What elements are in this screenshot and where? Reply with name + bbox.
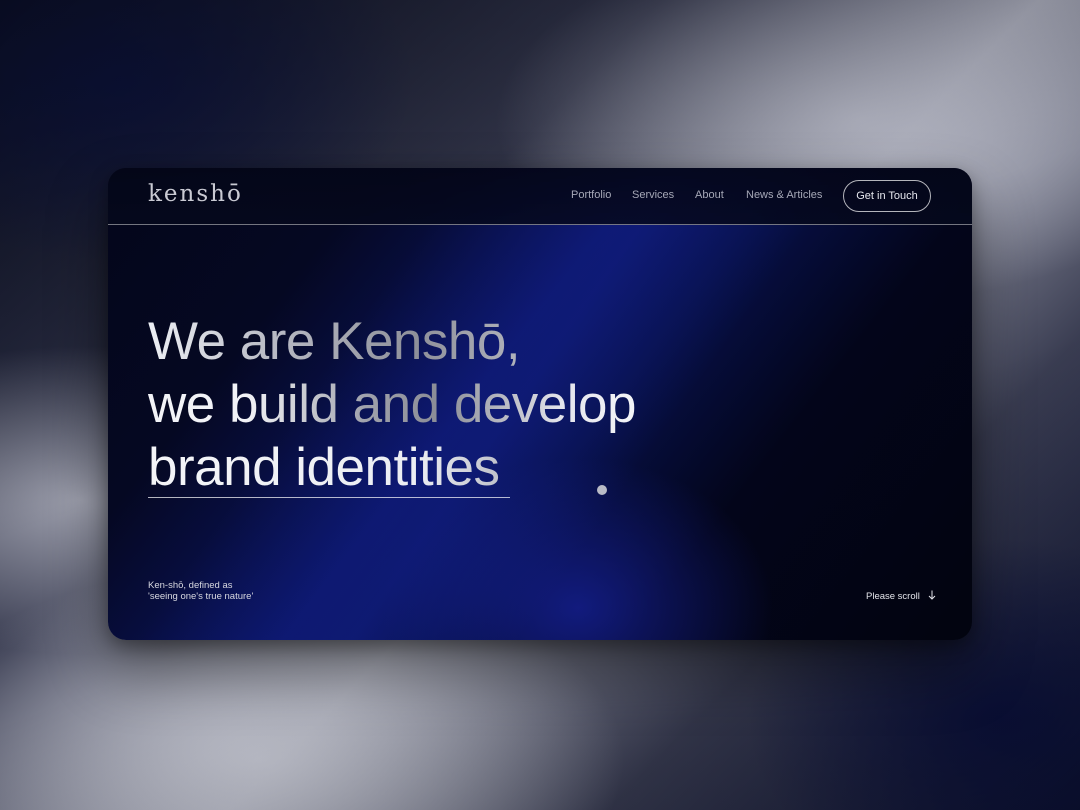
headline-underline — [148, 497, 510, 498]
get-in-touch-button[interactable]: Get in Touch — [843, 180, 931, 212]
nav-item-services[interactable]: Services — [632, 189, 674, 201]
hero-card: kenshō Portfolio Services About News & A… — [108, 168, 972, 640]
nav-item-portfolio[interactable]: Portfolio — [571, 189, 611, 201]
tagline: Ken-shō, defined as 'seeing one's true n… — [148, 580, 253, 602]
cursor-dot — [597, 485, 607, 495]
nav-item-about[interactable]: About — [695, 189, 724, 201]
nav-item-news-articles[interactable]: News & Articles — [746, 189, 822, 201]
scroll-label: Please scroll — [866, 591, 920, 602]
top-navigation-bar: kenshō Portfolio Services About News & A… — [108, 168, 972, 225]
headline-line-2: we build and develop — [148, 375, 637, 434]
headline-line-3: brand identities — [148, 436, 636, 499]
headline-line-1: We are Kenshō, — [148, 310, 636, 373]
tagline-line-2: 'seeing one's true nature' — [148, 591, 254, 602]
please-scroll-link[interactable]: Please scroll — [866, 590, 936, 602]
arrow-down-icon — [928, 590, 935, 600]
tagline-line-1: Ken-shō, defined as — [148, 580, 233, 591]
hero-headline: We are Kenshō, we build and develop bran… — [148, 310, 637, 499]
brand-logo[interactable]: kenshō — [148, 181, 243, 207]
